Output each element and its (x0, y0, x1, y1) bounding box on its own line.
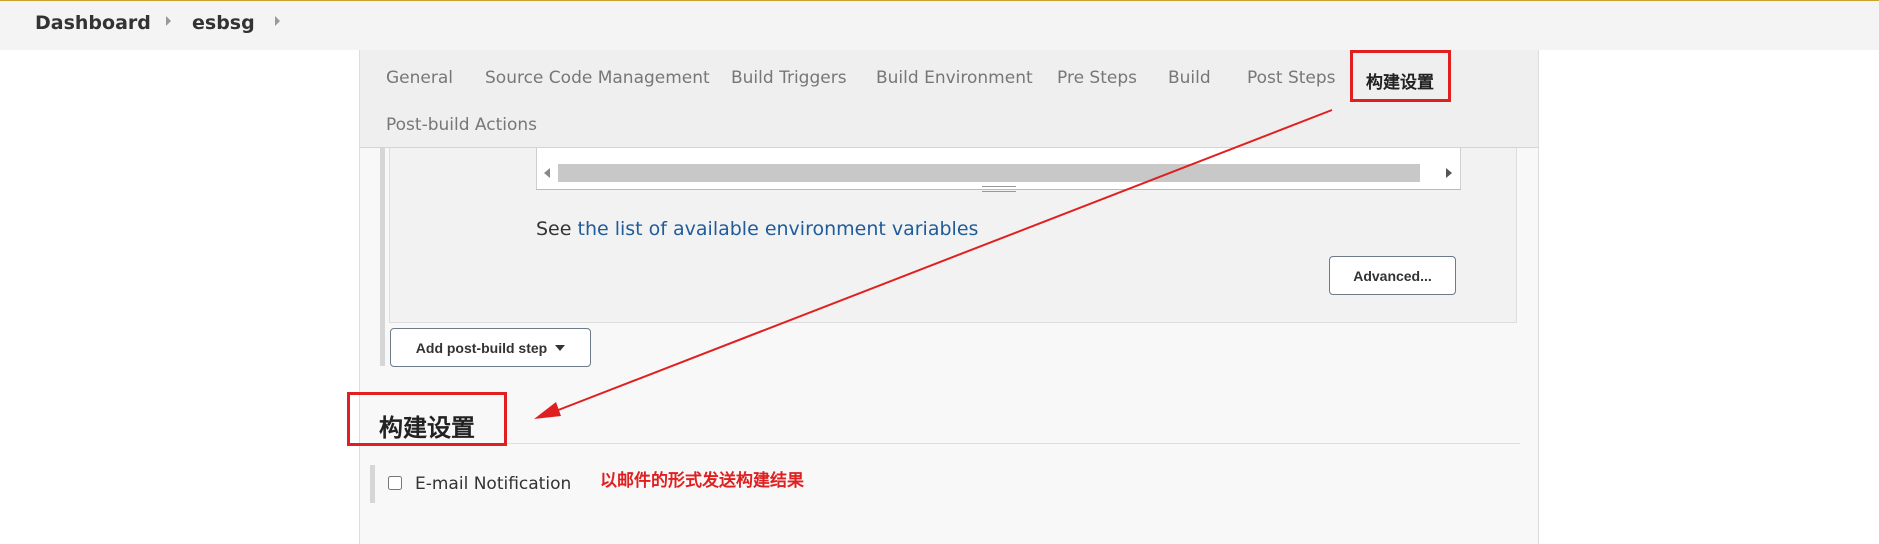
annotation-arrow-head (534, 402, 561, 419)
annotation-arrow-line (547, 109, 1333, 415)
annotation-arrow-icon (534, 109, 1333, 419)
